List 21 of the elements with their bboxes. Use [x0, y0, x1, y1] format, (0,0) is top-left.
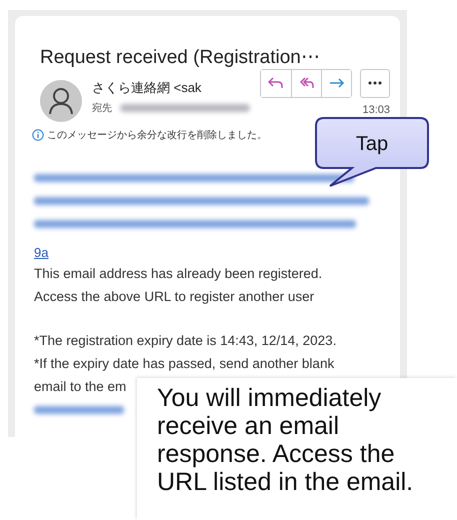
reply-icon — [268, 76, 284, 90]
tap-callout: Tap — [314, 116, 432, 190]
forward-button[interactable] — [321, 70, 351, 96]
link-text[interactable]: 9a — [34, 244, 48, 262]
received-time: 13:03 — [362, 104, 390, 116]
caption-text: You will immediately receive an email response. Access the URL listed in the email. — [157, 384, 414, 496]
more-button[interactable] — [360, 68, 390, 98]
email-subject: Request received (Registration⋯ — [40, 46, 321, 70]
more-icon — [368, 81, 382, 85]
forward-icon — [328, 76, 344, 90]
notice-text: このメッセージから余分な改行を削除しました。 — [47, 128, 267, 142]
sender-name: さくら連絡網 <sak — [92, 79, 202, 97]
reply-all-icon — [298, 76, 314, 90]
body-text: Access the above URL to register another user — [34, 288, 314, 306]
avatar-icon — [40, 80, 82, 122]
body-text: email to the em — [34, 378, 126, 396]
body-text: This email address has already been registered. — [34, 265, 322, 283]
info-icon — [32, 129, 44, 141]
recipient-label: 宛先 — [92, 102, 112, 115]
body-text: *If the expiry date has passed, send another blank — [34, 355, 334, 373]
body-text: *The registration expiry date is 14:43, 12/14, 2023. — [34, 332, 336, 350]
